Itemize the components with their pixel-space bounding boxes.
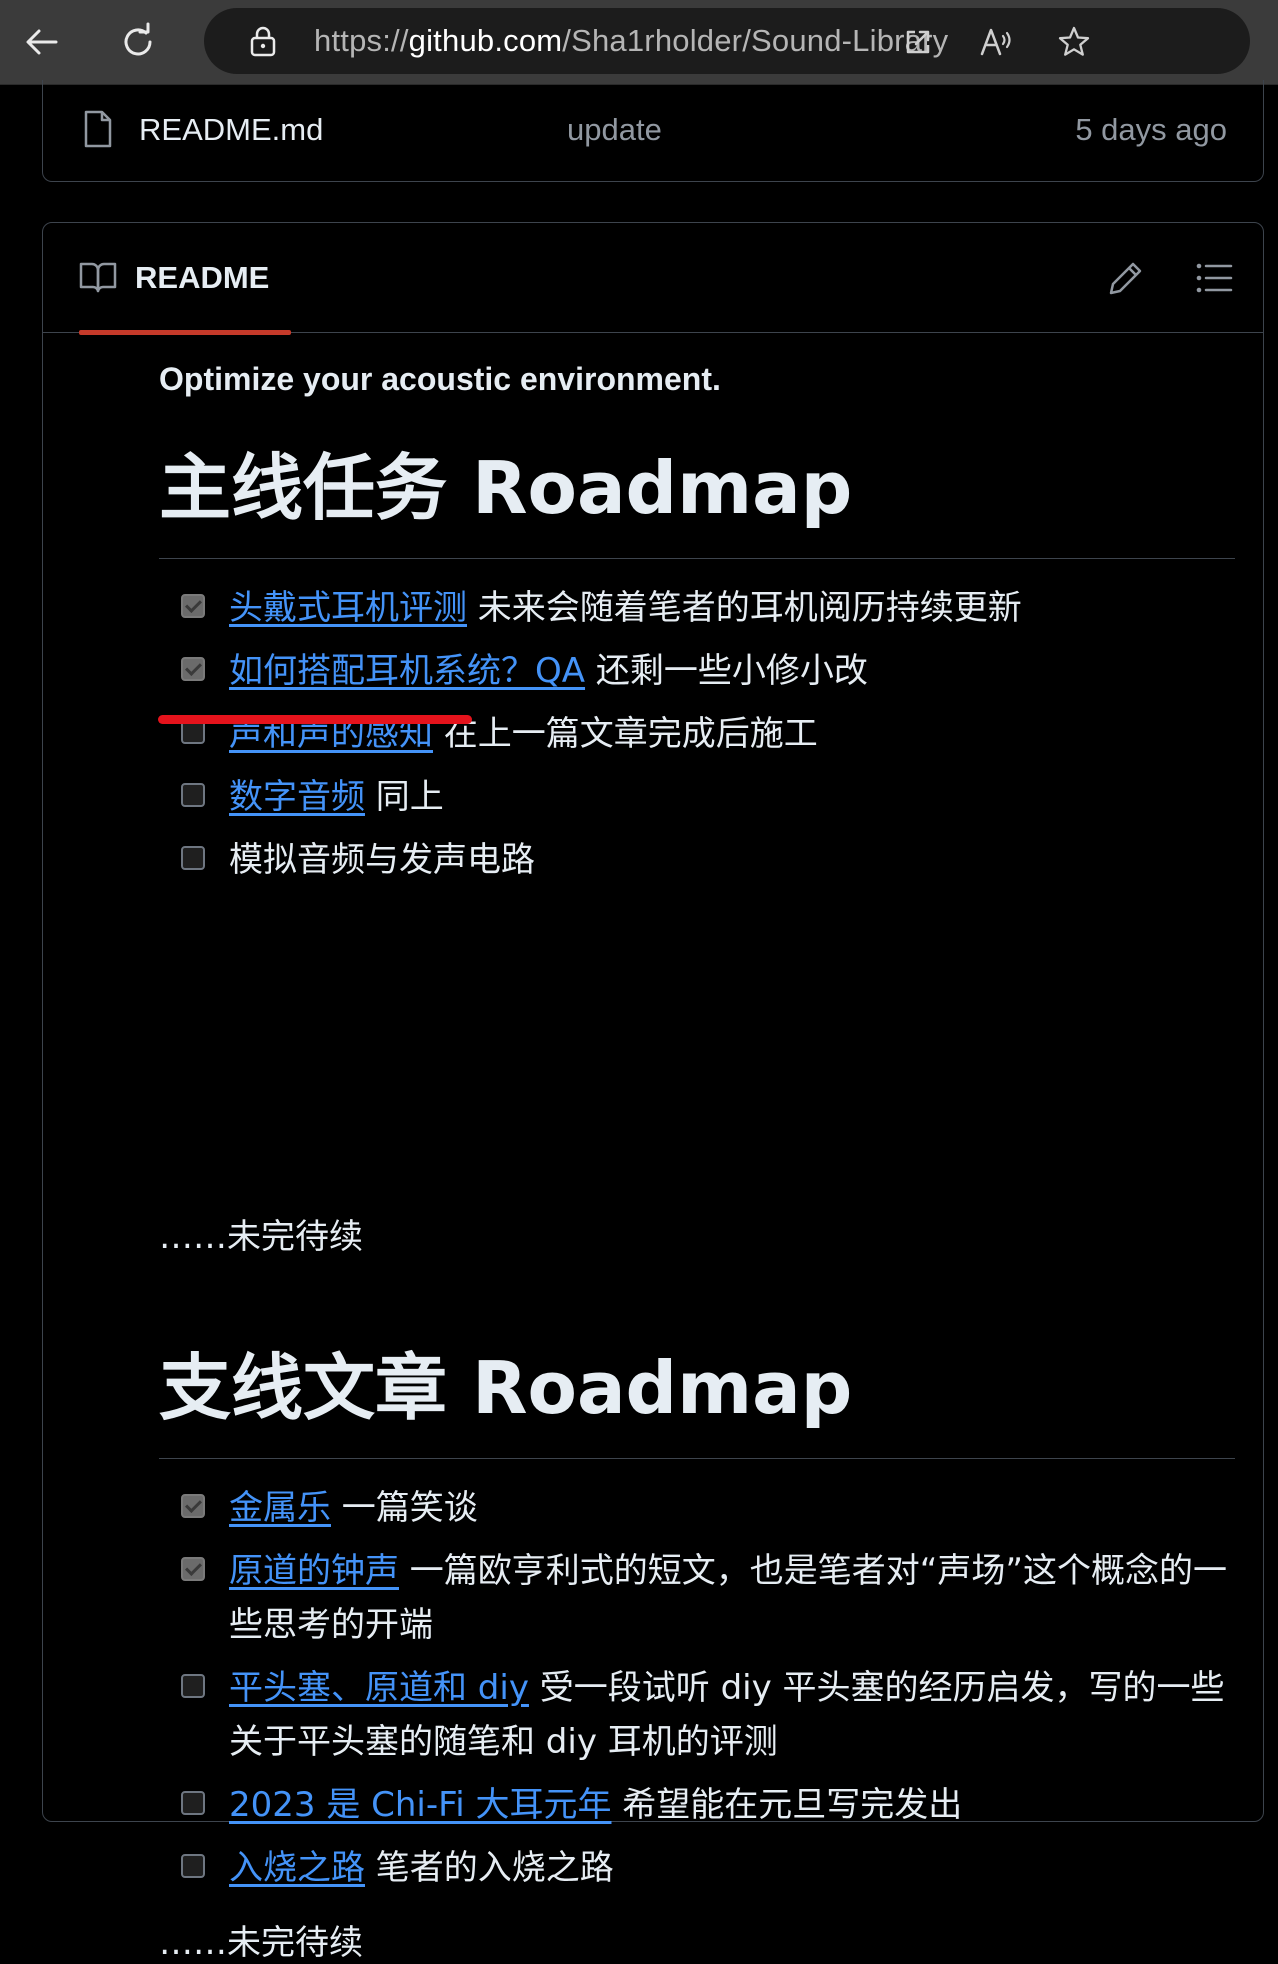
task-description: 笔者的入烧之路 <box>365 1848 614 1888</box>
task-checkbox <box>181 1494 205 1518</box>
task-list-main: 头戴式耳机评测 未来会随着笔者的耳机阅历持续更新 如何搭配耳机系统？QA 还剩一… <box>159 581 1235 887</box>
task-item: 2023 是 Chi-Fi 大耳元年 希望能在元旦写完发出 <box>159 1778 1235 1832</box>
refresh-icon <box>124 22 152 56</box>
task-item: 模拟音频与发声电路 <box>159 833 1235 887</box>
read-aloud-icon[interactable] <box>978 24 1014 60</box>
task-item: 头戴式耳机评测 未来会随着笔者的耳机阅历持续更新 <box>159 581 1235 635</box>
file-icon <box>84 110 112 148</box>
tab-readme-label: README <box>135 260 270 295</box>
task-link[interactable]: 2023 是 Chi-Fi 大耳元年 <box>229 1785 611 1825</box>
commit-message-link[interactable]: update <box>567 80 662 180</box>
task-link[interactable]: 数字音频 <box>229 777 365 817</box>
task-checkbox <box>181 1674 205 1698</box>
task-item: 如何搭配耳机系统？QA 还剩一些小修小改 <box>159 644 1235 698</box>
to-be-continued: ……未完待续 <box>159 1217 363 1257</box>
task-description: 在上一篇文章完成后施工 <box>433 714 818 754</box>
refresh-button[interactable] <box>110 14 166 70</box>
tagline: Optimize your acoustic environment. <box>159 361 721 397</box>
task-checkbox <box>181 1791 205 1815</box>
task-item: 数字音频 同上 <box>159 770 1235 824</box>
task-description: 希望能在元旦写完发出 <box>611 1785 963 1825</box>
url-scheme: https:// <box>314 23 409 58</box>
task-item: 平头塞、原道和 diy 受一段试听 diy 平头塞的经历启发，写的一些关于平头塞… <box>159 1661 1235 1769</box>
task-link[interactable]: 金属乐 <box>229 1488 331 1528</box>
section-heading-main: 主线任务 Roadmap <box>159 425 1235 559</box>
outline-list-icon[interactable] <box>1195 261 1233 295</box>
tab-readme[interactable]: README <box>61 223 291 335</box>
task-description: 一篇笑谈 <box>331 1488 478 1528</box>
active-tab-indicator <box>79 330 291 335</box>
task-description: 模拟音频与发声电路 <box>229 840 535 880</box>
task-description: 还剩一些小修小改 <box>585 651 868 691</box>
task-link[interactable]: 原道的钟声 <box>229 1551 399 1591</box>
task-checkbox <box>181 657 205 681</box>
task-checkbox <box>181 594 205 618</box>
book-icon <box>79 262 117 293</box>
to-be-continued: ……未完待续 <box>159 1923 363 1963</box>
red-annotation-underline <box>158 715 472 724</box>
task-checkbox <box>181 783 205 807</box>
lock-icon[interactable] <box>246 24 280 58</box>
task-link[interactable]: 头戴式耳机评测 <box>229 588 467 628</box>
section-heading-side: 支线文章 Roadmap <box>159 1325 1235 1459</box>
favorite-star-icon[interactable] <box>1056 24 1092 60</box>
task-checkbox <box>181 1557 205 1581</box>
file-list: README.md update 5 days ago <box>42 80 1264 182</box>
url-host: github.com <box>408 23 563 58</box>
address-bar[interactable]: https://github.com/Sha1rholder/Sound-Lib… <box>204 8 1250 74</box>
back-arrow-icon <box>26 29 58 55</box>
url-path: /Sha1rholder/Sound-Library <box>562 23 949 58</box>
commit-time: 5 days ago <box>1075 112 1227 147</box>
task-description: 同上 <box>365 777 444 817</box>
back-button[interactable] <box>14 14 70 70</box>
task-checkbox <box>181 846 205 870</box>
readme-panel: README Optimize your acoustic environmen… <box>42 222 1264 1963</box>
open-in-app-icon[interactable] <box>900 24 936 60</box>
task-link[interactable]: 如何搭配耳机系统？QA <box>229 651 585 691</box>
task-item: 原道的钟声 一篇欧亨利式的短文，也是笔者对“声场”这个概念的一些思考的开端 <box>159 1544 1235 1652</box>
task-description: 未来会随着笔者的耳机阅历持续更新 <box>467 588 1022 628</box>
browser-toolbar: https://github.com/Sha1rholder/Sound-Lib… <box>0 0 1278 85</box>
readme-header: README <box>43 223 1263 335</box>
file-name-link[interactable]: README.md <box>139 80 323 180</box>
task-link[interactable]: 入烧之路 <box>229 1848 365 1888</box>
task-item: 入烧之路 笔者的入烧之路 <box>159 1841 1235 1895</box>
task-list-side: 金属乐 一篇笑谈 原道的钟声 一篇欧亨利式的短文，也是笔者对“声场”这个概念的一… <box>159 1481 1235 1895</box>
edit-pencil-icon[interactable] <box>1107 259 1145 297</box>
task-item: 金属乐 一篇笑谈 <box>159 1481 1235 1535</box>
task-link[interactable]: 平头塞、原道和 diy <box>229 1668 529 1708</box>
task-checkbox <box>181 1854 205 1878</box>
url-text[interactable]: https://github.com/Sha1rholder/Sound-Lib… <box>314 8 948 74</box>
